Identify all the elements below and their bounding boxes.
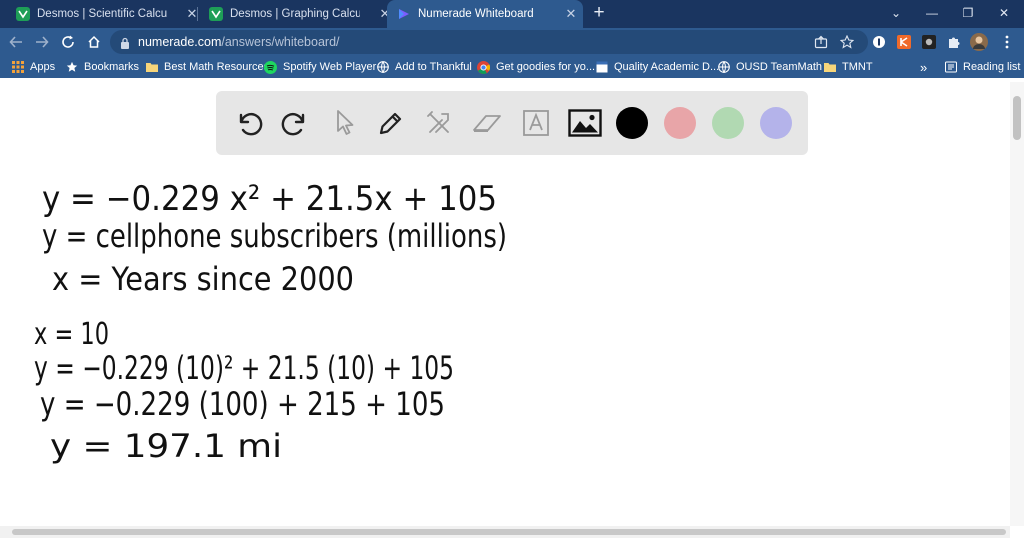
- bookmark-bookmarks[interactable]: Bookmarks: [65, 59, 139, 75]
- lock-icon: [121, 37, 129, 49]
- star-icon[interactable]: [838, 33, 856, 51]
- home-icon[interactable]: [84, 32, 104, 52]
- simplify-line: y = −0.229 (100) + 215 + 105: [40, 385, 445, 423]
- tab-numerade-whiteboard[interactable]: Numerade Whiteboard ✕: [387, 0, 583, 28]
- bookmark-tmnt[interactable]: TMNT: [823, 59, 873, 75]
- bookmark-apps[interactable]: Apps: [11, 59, 55, 75]
- bookmark-spotify[interactable]: Spotify Web Player: [264, 59, 376, 75]
- puzzle-icon[interactable]: [945, 33, 963, 51]
- bookmark-get-goodies[interactable]: Get goodies for yo...: [477, 59, 595, 75]
- bookmark-add-to-thankful[interactable]: Add to Thankful: [376, 59, 472, 75]
- chrome-icon: [477, 60, 490, 74]
- bookmark-quality-academic[interactable]: Quality Academic D...: [595, 59, 719, 75]
- url-path: /answers/whiteboard/: [221, 35, 340, 49]
- close-window-icon[interactable]: ✕: [984, 0, 1024, 28]
- chevron-down-icon[interactable]: ⌄: [876, 0, 916, 28]
- scroll-thumb[interactable]: [12, 529, 1006, 535]
- bookmarks-overflow[interactable]: »: [920, 59, 927, 75]
- extension-dark-icon[interactable]: [920, 33, 938, 51]
- globe-icon: [376, 61, 389, 74]
- profile-avatar[interactable]: [970, 33, 988, 51]
- apps-grid-icon: [11, 61, 24, 74]
- desmos-icon: [16, 7, 30, 21]
- forward-icon[interactable]: [32, 32, 52, 52]
- extension-orange-icon[interactable]: [895, 33, 913, 51]
- spotify-icon: [264, 60, 277, 74]
- equation-line: y = −0.229 x² + 21.5x + 105: [42, 179, 497, 219]
- restore-icon[interactable]: ❐: [948, 0, 988, 28]
- desmos-icon: [209, 7, 223, 21]
- globe-icon: [717, 61, 730, 74]
- close-tab-icon[interactable]: ✕: [564, 6, 578, 22]
- url-text[interactable]: numerade.com/answers/whiteboard/: [138, 35, 340, 49]
- vertical-scrollbar[interactable]: [1010, 82, 1024, 526]
- definition-y-line: y = cellphone subscribers (millions): [42, 217, 507, 255]
- folder-icon: [823, 61, 836, 74]
- reading-list-icon: [944, 61, 957, 74]
- tab-desmos-scientific[interactable]: Desmos | Scientific Calculator ✕: [0, 0, 199, 28]
- star-icon: [65, 61, 78, 74]
- tab-desmos-graphing[interactable]: Desmos | Graphing Calculator ✕: [193, 0, 392, 28]
- extension-onepassword-icon[interactable]: [870, 33, 888, 51]
- bookmark-ousd-teammath[interactable]: OUSD TeamMath: [717, 59, 822, 75]
- definition-x-line: x = Years since 2000: [52, 260, 354, 298]
- doc-icon: [595, 61, 608, 74]
- scroll-thumb[interactable]: [1013, 96, 1021, 140]
- result-line: y = 197.1 mi: [50, 427, 282, 465]
- substitution-line: y = −0.229 (10)² + 21.5 (10) + 105: [34, 349, 454, 387]
- substitution-x-line: x = 10: [34, 317, 109, 352]
- url-domain: numerade.com: [138, 35, 222, 49]
- new-tab-button[interactable]: +: [590, 3, 608, 23]
- bookmark-best-math-resources[interactable]: Best Math Resources: [145, 59, 269, 75]
- numerade-icon: [397, 7, 411, 21]
- folder-icon: [145, 61, 158, 74]
- back-icon[interactable]: [6, 32, 26, 52]
- horizontal-scrollbar[interactable]: [0, 526, 1010, 538]
- reading-list-button[interactable]: Reading list: [944, 59, 1020, 75]
- menu-dots-icon[interactable]: [998, 33, 1016, 51]
- handwriting-layer: y = −0.229 x² + 21.5x + 105 y = cellphon…: [34, 179, 507, 465]
- share-icon[interactable]: [812, 33, 830, 51]
- reload-icon[interactable]: [58, 32, 78, 52]
- minimize-icon[interactable]: —: [912, 0, 952, 28]
